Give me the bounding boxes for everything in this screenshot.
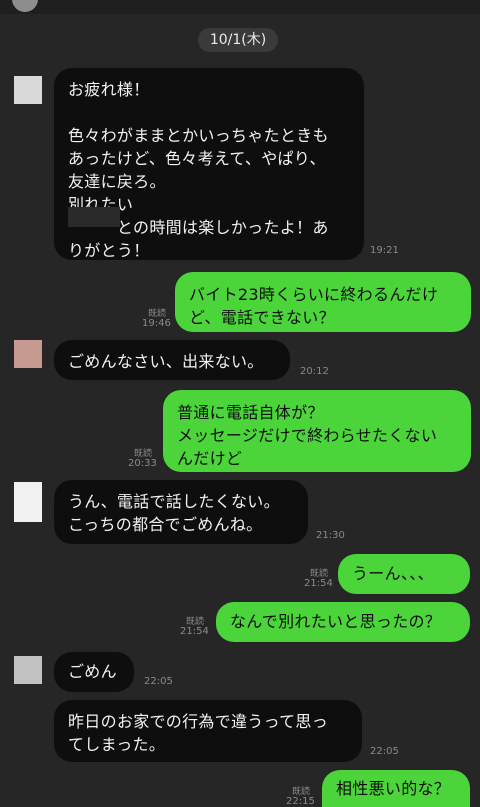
message-time: 22:05 bbox=[144, 676, 173, 687]
avatar[interactable] bbox=[14, 340, 42, 368]
message-time: 19:21 bbox=[370, 245, 399, 256]
avatar[interactable] bbox=[14, 76, 42, 104]
avatar[interactable] bbox=[14, 482, 42, 522]
message-time: 19:46 bbox=[142, 318, 171, 329]
message-bubble-outgoing[interactable]: うーん、、、 bbox=[338, 554, 470, 594]
message-time: 21:30 bbox=[316, 530, 345, 541]
message-bubble-outgoing[interactable]: 相性悪い的な？ bbox=[322, 770, 470, 807]
message-bubble-incoming[interactable]: ごめん bbox=[54, 652, 134, 692]
avatar[interactable] bbox=[14, 656, 42, 684]
message-bubble-incoming[interactable]: お疲れ様！ 色々わがままとかいっちゃたときも あったけど、色々考えて、やぱり、 … bbox=[54, 68, 364, 260]
message-time: 21:54 bbox=[304, 578, 333, 589]
message-time: 21:54 bbox=[180, 626, 209, 637]
message-time: 20:12 bbox=[300, 366, 329, 377]
message-bubble-outgoing[interactable]: 普通に電話自体が？ メッセージだけで終わらせたくない んだけど bbox=[163, 390, 471, 472]
message-bubble-outgoing[interactable]: なんで別れたいと思ったの？ bbox=[216, 602, 470, 642]
redacted-name bbox=[68, 207, 120, 227]
message-bubble-outgoing[interactable]: バイト23時くらいに終わるんだけ ど、電話できない？ bbox=[175, 272, 471, 332]
message-bubble-incoming[interactable]: ごめんなさい、出来ない。 bbox=[54, 340, 290, 380]
top-bar bbox=[0, 0, 480, 14]
message-bubble-incoming[interactable]: うん、電話で話したくない。 こっちの都合でごめんね。 bbox=[54, 480, 308, 544]
message-bubble-incoming[interactable]: 昨日のお家での行為で違うって思っ てしまった。 bbox=[54, 700, 362, 762]
message-time: 22:05 bbox=[370, 746, 399, 757]
message-time: 22:15 bbox=[286, 796, 315, 807]
avatar[interactable] bbox=[12, 0, 38, 12]
date-separator: 10/1(木) bbox=[198, 28, 278, 52]
message-time: 20:33 bbox=[128, 458, 157, 469]
